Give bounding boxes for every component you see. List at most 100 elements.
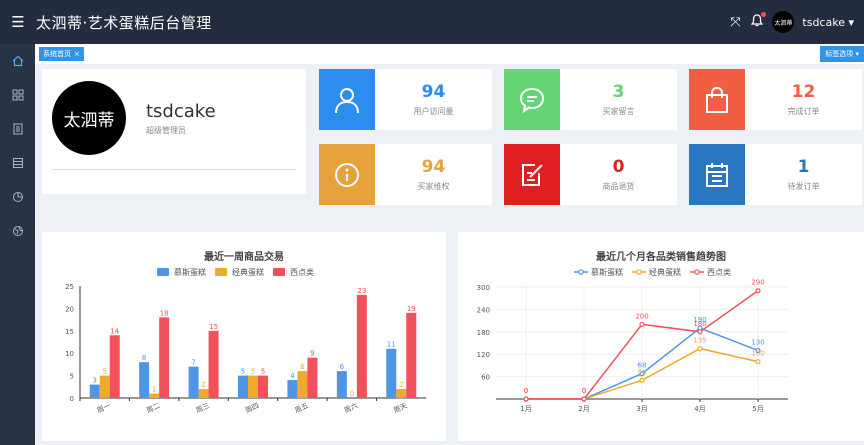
stat-card-pending-orders[interactable]: 1 待发订单 (689, 144, 862, 205)
stat-label: 用户访问量 (413, 107, 454, 116)
legend-label: 经典蛋糕 (232, 267, 264, 277)
user-icon (319, 69, 375, 130)
bag-icon (689, 69, 745, 130)
stat-card-visits[interactable]: 94 用户访问量 (319, 69, 492, 130)
home-icon (12, 55, 23, 67)
data-point (581, 396, 587, 402)
header-user-menu[interactable]: tsdcake ▾ (802, 16, 854, 29)
data-label: 6 (300, 363, 305, 371)
y-tick-label: 20 (65, 305, 74, 313)
bar (149, 393, 160, 398)
bell-icon[interactable] (750, 11, 767, 31)
data-label: 5 (102, 368, 106, 376)
data-label: 1 (152, 386, 156, 394)
topbar-actions: ⤧ 太泗蒂 tsdcake ▾ (728, 0, 854, 44)
bar (139, 362, 150, 398)
data-label: 180 (693, 320, 706, 328)
legend-label: 慕斯蛋糕 (591, 267, 623, 277)
bar (307, 357, 318, 398)
data-label: 100 (751, 350, 764, 358)
sidebar-item-list[interactable] (0, 146, 35, 180)
data-label: 2 (201, 381, 205, 389)
data-point (639, 377, 645, 383)
data-label: 200 (635, 312, 648, 320)
profile-name: tsdcake (146, 101, 216, 122)
calendar-icon (689, 144, 745, 205)
legend-label: 西点类 (290, 267, 314, 277)
legend-marker (694, 269, 700, 275)
x-tick-label: 3月 (636, 405, 647, 413)
sidebar-item-global[interactable] (0, 214, 35, 248)
info-icon (319, 144, 375, 205)
stat-label: 买家留言 (602, 107, 635, 116)
grid-icon (12, 89, 23, 101)
legend-marker (578, 269, 584, 275)
stat-card-returns[interactable]: 0 商品退货 (504, 144, 677, 205)
data-label: 5 (251, 368, 255, 376)
data-label: 5 (261, 368, 265, 376)
y-tick-label: 5 (70, 373, 74, 381)
bar (248, 375, 258, 398)
tab-home[interactable]: 系统首页 × (39, 47, 84, 61)
y-tick-label: 10 (65, 350, 74, 358)
stat-value: 0 (612, 157, 625, 177)
stat-value: 94 (421, 157, 446, 177)
data-label: 50 (638, 368, 647, 376)
legend-label: 慕斯蛋糕 (174, 267, 206, 277)
data-label: 135 (693, 337, 706, 345)
sidebar-item-home[interactable] (0, 44, 35, 78)
x-tick-label: 5月 (752, 405, 763, 413)
globe-icon (12, 226, 23, 236)
monthly-trend-chart-panel: 最近几个月各品类销售趋势图 慕斯蛋糕 经典蛋糕 西点类 60 120 180 240 300 1月… (458, 232, 864, 441)
header-avatar[interactable]: 太泗蒂 (772, 11, 795, 33)
data-label: 0 (582, 387, 586, 395)
legend-label: 经典蛋糕 (649, 267, 681, 277)
tab-options-button[interactable]: 标签选项 ▾ (820, 46, 864, 62)
weekly-trade-chart-panel: 最近一周商品交易 慕斯蛋糕 经典蛋糕 西点类 0 5 10 15 20 25 周一 3 5 14 周二 8 1 1… (42, 232, 446, 441)
close-icon[interactable]: × (74, 50, 80, 58)
sidebar-item-documents[interactable] (0, 112, 35, 146)
sidebar-item-chart[interactable] (0, 180, 35, 214)
tab-home-label: 系统首页 (43, 50, 71, 58)
fullscreen-icon[interactable]: ⤧ (728, 15, 742, 30)
profile-card: 太泗蒂 tsdcake 超级管理员 (42, 69, 306, 194)
y-tick-label: 180 (477, 329, 490, 337)
tabs-bar: 系统首页 × 标签选项 ▾ (35, 44, 864, 64)
divider (52, 169, 296, 170)
y-tick-label: 25 (65, 283, 74, 291)
x-tick-label: 周天 (392, 402, 408, 415)
bar (356, 294, 367, 398)
data-point (697, 329, 703, 335)
y-tick-label: 0 (70, 395, 74, 403)
data-label: 0 (350, 390, 354, 398)
bar (188, 366, 199, 398)
y-tick-label: 60 (481, 374, 490, 382)
bar (238, 375, 248, 398)
data-label: 2 (399, 381, 403, 389)
stat-card-completed-orders[interactable]: 12 完成订单 (689, 69, 862, 130)
legend-marker (636, 269, 642, 275)
bar (109, 335, 120, 398)
data-label: 11 (387, 341, 396, 349)
data-point (639, 321, 645, 327)
tab-options-label: 标签选项 (825, 50, 854, 58)
legend-label: 西点类 (707, 267, 731, 277)
stat-card-messages[interactable]: 3 买家留言 (504, 69, 677, 130)
stat-card-disputes[interactable]: 94 买家维权 (319, 144, 492, 205)
x-tick-label: 周五 (294, 402, 310, 415)
menu-toggle-icon[interactable]: ☰ (0, 13, 36, 31)
data-label: 4 (290, 372, 295, 380)
data-label: 6 (340, 363, 345, 371)
data-label: 7 (191, 359, 195, 367)
data-point (755, 359, 761, 365)
sidebar-item-grid[interactable] (0, 78, 35, 112)
stat-label: 待发订单 (787, 182, 820, 191)
chart-title: 最近一周商品交易 (204, 250, 284, 263)
x-tick-label: 周二 (145, 402, 161, 415)
data-label: 15 (209, 323, 218, 331)
legend-swatch (157, 268, 169, 276)
data-label: 19 (407, 305, 416, 313)
document-icon (13, 123, 22, 135)
message-icon (504, 69, 560, 130)
bar (336, 371, 347, 398)
